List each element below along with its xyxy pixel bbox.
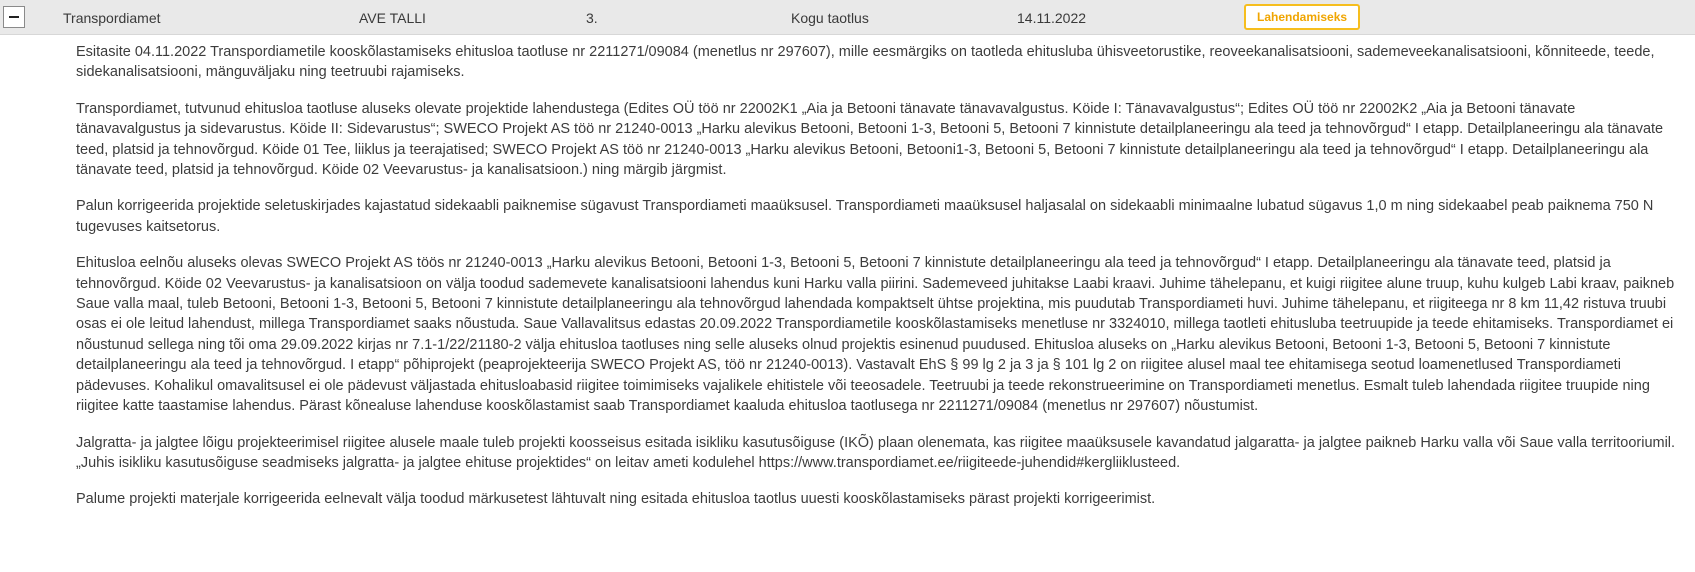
status-badge[interactable]: Lahendamiseks — [1244, 4, 1361, 30]
collapse-toggle-button[interactable] — [3, 6, 25, 28]
row-detail-text: Esitasite 04.11.2022 Transpordiametile k… — [76, 42, 1676, 526]
table-row-header[interactable]: Transpordiamet AVE TALLI 3. Kogu taotlus… — [0, 0, 1695, 35]
paragraph-4: Ehitusloa eelnõu aluseks olevas SWECO Pr… — [76, 255, 1675, 415]
paragraph-3: Palun korrigeerida projektide seletuskir… — [76, 198, 1654, 235]
organization-cell: Transpordiamet — [63, 10, 161, 26]
date-cell: 14.11.2022 — [1017, 10, 1087, 26]
request-type-cell: Kogu taotlus — [791, 10, 869, 26]
paragraph-1: Esitasite 04.11.2022 Transpordiametile k… — [76, 44, 1655, 81]
number-cell: 3. — [586, 10, 598, 26]
paragraph-6: Palume projekti materjale korrigeerida e… — [76, 491, 1156, 508]
paragraph-5: Jalgratta- ja jalgtee lõigu projekteerim… — [76, 434, 1676, 471]
minus-icon — [9, 16, 19, 18]
paragraph-2: Transpordiamet, tutvunud ehitusloa taotl… — [76, 100, 1664, 179]
applicant-cell: AVE TALLI — [359, 10, 426, 26]
